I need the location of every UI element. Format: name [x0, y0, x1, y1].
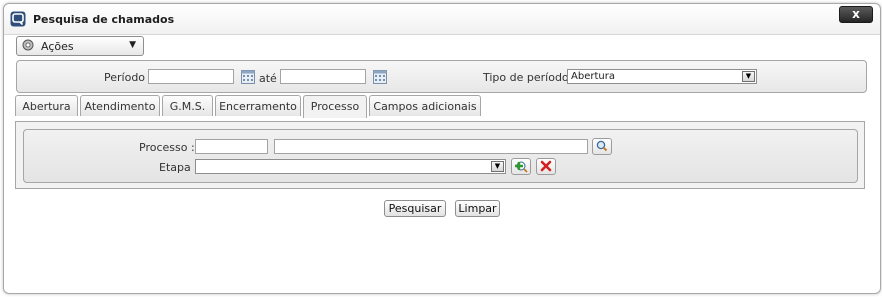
close-button[interactable]: x [839, 6, 873, 23]
search-icon [596, 140, 608, 152]
tab-atendimento[interactable]: Atendimento [80, 95, 160, 116]
processo-fields-panel: Processo : Etapa : ▼ [23, 129, 858, 183]
search-button[interactable]: Pesquisar [384, 200, 446, 217]
tab-campos-adicionais[interactable]: Campos adicionais [369, 95, 481, 116]
processo-name-input[interactable] [274, 139, 588, 154]
actions-dropdown[interactable]: Ações ▼ [16, 36, 144, 56]
calendar-icon[interactable] [373, 69, 387, 84]
period-type-label: Tipo de período : [483, 71, 576, 84]
period-start-input[interactable] [148, 69, 234, 84]
period-end-input[interactable] [280, 69, 366, 84]
etapa-add-button[interactable] [511, 158, 531, 175]
period-separator: até [259, 72, 277, 85]
processo-tab-panel: Processo : Etapa : ▼ [15, 121, 865, 189]
etapa-remove-button[interactable] [536, 158, 556, 175]
actions-label: Ações [41, 40, 74, 53]
chevron-down-icon: ▼ [491, 161, 504, 172]
tab-encerramento[interactable]: Encerramento [215, 95, 301, 116]
chevron-down-icon: ▼ [129, 40, 136, 50]
chevron-down-icon: ▼ [742, 71, 755, 82]
tab-processo[interactable]: Processo [303, 95, 367, 118]
etapa-select[interactable]: ▼ [195, 159, 506, 174]
period-type-value: Abertura [571, 71, 615, 82]
tab-gms[interactable]: G.M.S. [162, 95, 213, 116]
add-search-icon [515, 161, 528, 173]
window-title: Pesquisa de chamados [33, 13, 175, 26]
tab-abertura[interactable]: Abertura [15, 95, 78, 116]
gear-icon [22, 39, 34, 51]
clear-button[interactable]: Limpar [455, 200, 500, 217]
calendar-icon[interactable] [241, 69, 255, 84]
period-label: Período : [104, 71, 153, 84]
period-type-select[interactable]: Abertura ▼ [567, 69, 757, 84]
processo-label: Processo : [139, 141, 195, 154]
close-icon [540, 160, 552, 172]
processo-code-input[interactable] [195, 139, 268, 154]
app-logo-icon [10, 11, 26, 27]
etapa-label: Etapa : [159, 161, 198, 174]
period-panel: Período : até Tipo de período : Abertura… [16, 60, 867, 93]
processo-search-button[interactable] [592, 138, 612, 155]
title-bar: Pesquisa de chamados x [4, 4, 880, 35]
